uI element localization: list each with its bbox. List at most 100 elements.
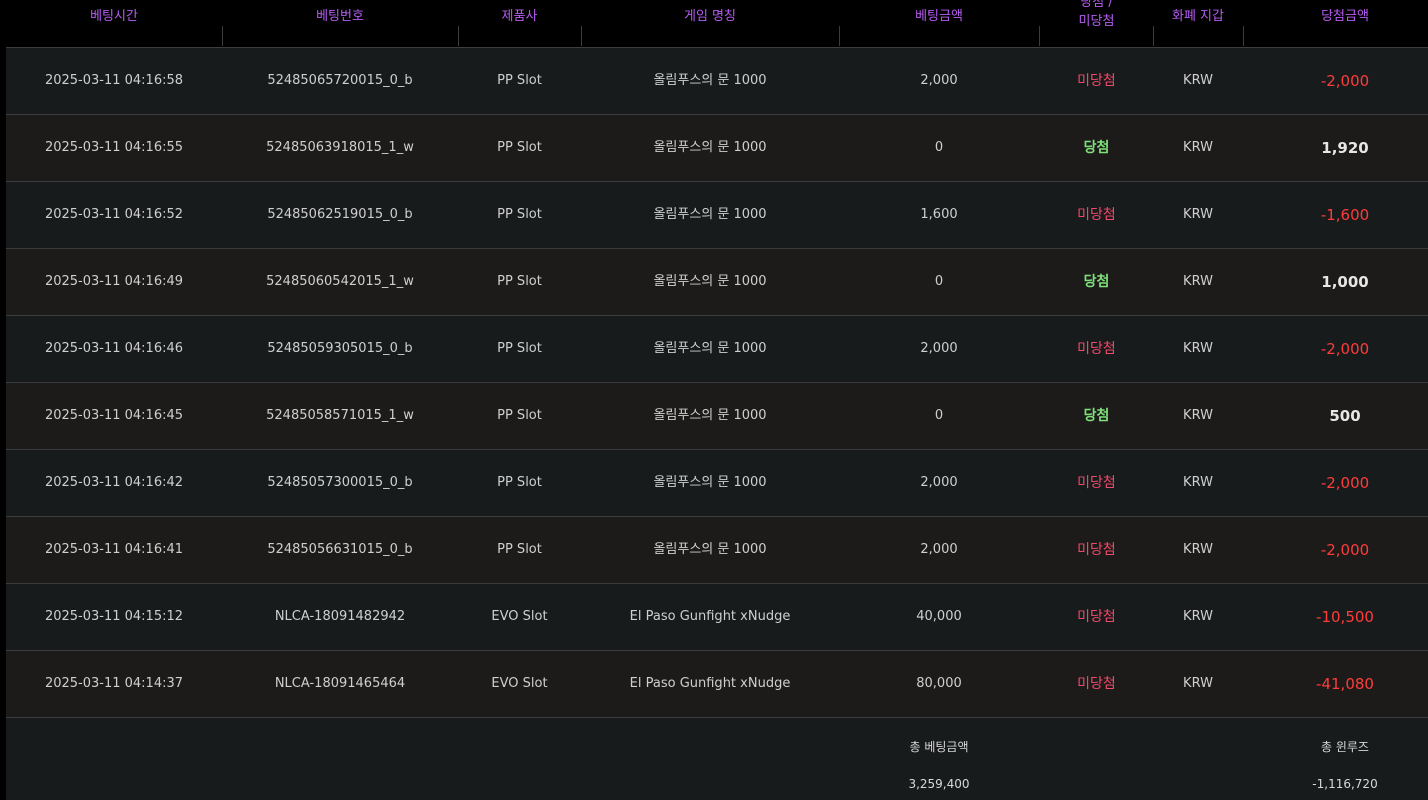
table-row: 2025-03-11 04:16:45 52485058571015_1_w P… <box>6 383 1428 450</box>
cell-game: 올림푸스의 문 1000 <box>653 73 767 88</box>
cell-result: 미당첨 <box>1077 341 1116 357</box>
cell-provider: PP Slot <box>497 140 542 155</box>
cell-bet-amount: 40,000 <box>916 609 962 624</box>
table-footer-summary: 총 베팅금액 3,259,400 총 윈루즈 -1,116,720 <box>6 718 1428 800</box>
cell-currency: KRW <box>1183 408 1213 423</box>
cell-win-amount: 500 <box>1329 407 1361 425</box>
cell-bet-id: 52485060542015_1_w <box>266 274 414 289</box>
cell-currency: KRW <box>1183 341 1213 356</box>
total-winloss-label: 총 윈루즈 <box>1321 740 1369 754</box>
cell-time: 2025-03-11 04:15:12 <box>44 609 184 624</box>
cell-time: 2025-03-11 04:16:52 <box>44 207 184 222</box>
header-bet-amount: 베팅금액 <box>915 9 963 24</box>
cell-bet-id: 52485062519015_0_b <box>267 207 413 222</box>
cell-win-amount: -41,080 <box>1316 675 1374 693</box>
cell-win-amount: -10,500 <box>1316 608 1374 626</box>
cell-result: 미당첨 <box>1077 676 1116 692</box>
cell-bet-id: NLCA-18091465464 <box>274 676 406 691</box>
cell-game: 올림푸스의 문 1000 <box>653 408 767 423</box>
header-result-line1: 당첨 / <box>1080 0 1113 10</box>
cell-time: 2025-03-11 04:16:49 <box>44 274 184 289</box>
cell-game: 올림푸스의 문 1000 <box>653 542 767 557</box>
cell-result: 미당첨 <box>1077 73 1116 89</box>
cell-result: 미당첨 <box>1077 542 1116 558</box>
cell-time: 2025-03-11 04:16:41 <box>44 542 184 557</box>
header-divider <box>222 26 223 46</box>
cell-time: 2025-03-11 04:16:55 <box>44 140 184 155</box>
cell-provider: PP Slot <box>497 274 542 289</box>
cell-provider: PP Slot <box>497 341 542 356</box>
header-result-line2: 미당첨 <box>1078 14 1115 29</box>
cell-currency: KRW <box>1183 475 1213 490</box>
cell-win-amount: -2,000 <box>1320 474 1370 492</box>
cell-bet-amount: 0 <box>934 140 944 155</box>
cell-provider: PP Slot <box>497 408 542 423</box>
table-row: 2025-03-11 04:16:41 52485056631015_0_b P… <box>6 517 1428 584</box>
cell-time: 2025-03-11 04:16:58 <box>44 73 184 88</box>
header-win-amount: 당첨금액 <box>1321 9 1369 24</box>
header-bet-id: 베팅번호 <box>316 9 364 24</box>
bet-history-page: 베팅시간 베팅번호 제품사 게임 명칭 베팅금액 당첨 / 미당첨 화폐 지갑 … <box>0 0 1428 800</box>
cell-result: 당첨 <box>1083 140 1110 156</box>
header-divider <box>458 26 459 46</box>
cell-bet-amount: 80,000 <box>916 676 962 691</box>
table-row: 2025-03-11 04:16:55 52485063918015_1_w P… <box>6 115 1428 182</box>
cell-result: 당첨 <box>1083 274 1110 290</box>
cell-win-amount: -1,600 <box>1320 206 1370 224</box>
header-divider <box>581 26 582 46</box>
cell-bet-id: 52485063918015_1_w <box>266 140 414 155</box>
total-bet-value: 3,259,400 <box>908 777 970 791</box>
cell-provider: EVO Slot <box>491 609 548 624</box>
cell-win-amount: -2,000 <box>1320 72 1370 90</box>
table-row: 2025-03-11 04:16:52 52485062519015_0_b P… <box>6 182 1428 249</box>
cell-bet-amount: 2,000 <box>920 475 958 490</box>
cell-provider: PP Slot <box>497 475 542 490</box>
cell-provider: EVO Slot <box>491 676 548 691</box>
cell-game: 올림푸스의 문 1000 <box>653 341 767 356</box>
header-divider <box>1153 26 1154 46</box>
header-divider <box>1243 26 1244 46</box>
table-row: 2025-03-11 04:16:49 52485060542015_1_w P… <box>6 249 1428 316</box>
header-time: 베팅시간 <box>90 9 138 24</box>
cell-bet-id: 52485059305015_0_b <box>267 341 413 356</box>
total-bet-label: 총 베팅금액 <box>909 740 969 754</box>
cell-bet-id: 52485058571015_1_w <box>266 408 414 423</box>
cell-provider: PP Slot <box>497 207 542 222</box>
cell-time: 2025-03-11 04:16:46 <box>44 341 184 356</box>
cell-game: El Paso Gunfight xNudge <box>629 676 791 691</box>
header-divider <box>839 26 840 46</box>
cell-result: 미당첨 <box>1077 475 1116 491</box>
cell-result: 당첨 <box>1083 408 1110 424</box>
header-provider: 제품사 <box>501 9 538 24</box>
cell-bet-id: 52485057300015_0_b <box>267 475 413 490</box>
table-row: 2025-03-11 04:15:12 NLCA-18091482942 EVO… <box>6 584 1428 651</box>
total-winloss-value: -1,116,720 <box>1312 777 1378 791</box>
cell-currency: KRW <box>1183 274 1213 289</box>
cell-currency: KRW <box>1183 676 1213 691</box>
table-row: 2025-03-11 04:14:37 NLCA-18091465464 EVO… <box>6 651 1428 718</box>
cell-bet-amount: 0 <box>934 274 944 289</box>
cell-game: 올림푸스의 문 1000 <box>653 140 767 155</box>
table-header: 베팅시간 베팅번호 제품사 게임 명칭 베팅금액 당첨 / 미당첨 화폐 지갑 … <box>6 0 1428 48</box>
cell-bet-id: 52485065720015_0_b <box>267 73 413 88</box>
cell-currency: KRW <box>1183 73 1213 88</box>
table-row: 2025-03-11 04:16:46 52485059305015_0_b P… <box>6 316 1428 383</box>
cell-bet-amount: 1,600 <box>920 207 958 222</box>
cell-result: 미당첨 <box>1077 609 1116 625</box>
cell-time: 2025-03-11 04:14:37 <box>44 676 184 691</box>
cell-time: 2025-03-11 04:16:42 <box>44 475 184 490</box>
cell-game: 올림푸스의 문 1000 <box>653 274 767 289</box>
cell-currency: KRW <box>1183 542 1213 557</box>
table-row: 2025-03-11 04:16:58 52485065720015_0_b P… <box>6 48 1428 115</box>
cell-game: 올림푸스의 문 1000 <box>653 207 767 222</box>
bet-history-table: 베팅시간 베팅번호 제품사 게임 명칭 베팅금액 당첨 / 미당첨 화폐 지갑 … <box>6 0 1428 800</box>
cell-win-amount: -2,000 <box>1320 340 1370 358</box>
header-currency: 화폐 지갑 <box>1172 9 1224 24</box>
cell-provider: PP Slot <box>497 542 542 557</box>
header-divider <box>1039 26 1040 46</box>
cell-bet-id: 52485056631015_0_b <box>267 542 413 557</box>
cell-bet-amount: 2,000 <box>920 73 958 88</box>
cell-time: 2025-03-11 04:16:45 <box>44 408 184 423</box>
cell-bet-amount: 2,000 <box>920 542 958 557</box>
header-game: 게임 명칭 <box>684 9 736 24</box>
